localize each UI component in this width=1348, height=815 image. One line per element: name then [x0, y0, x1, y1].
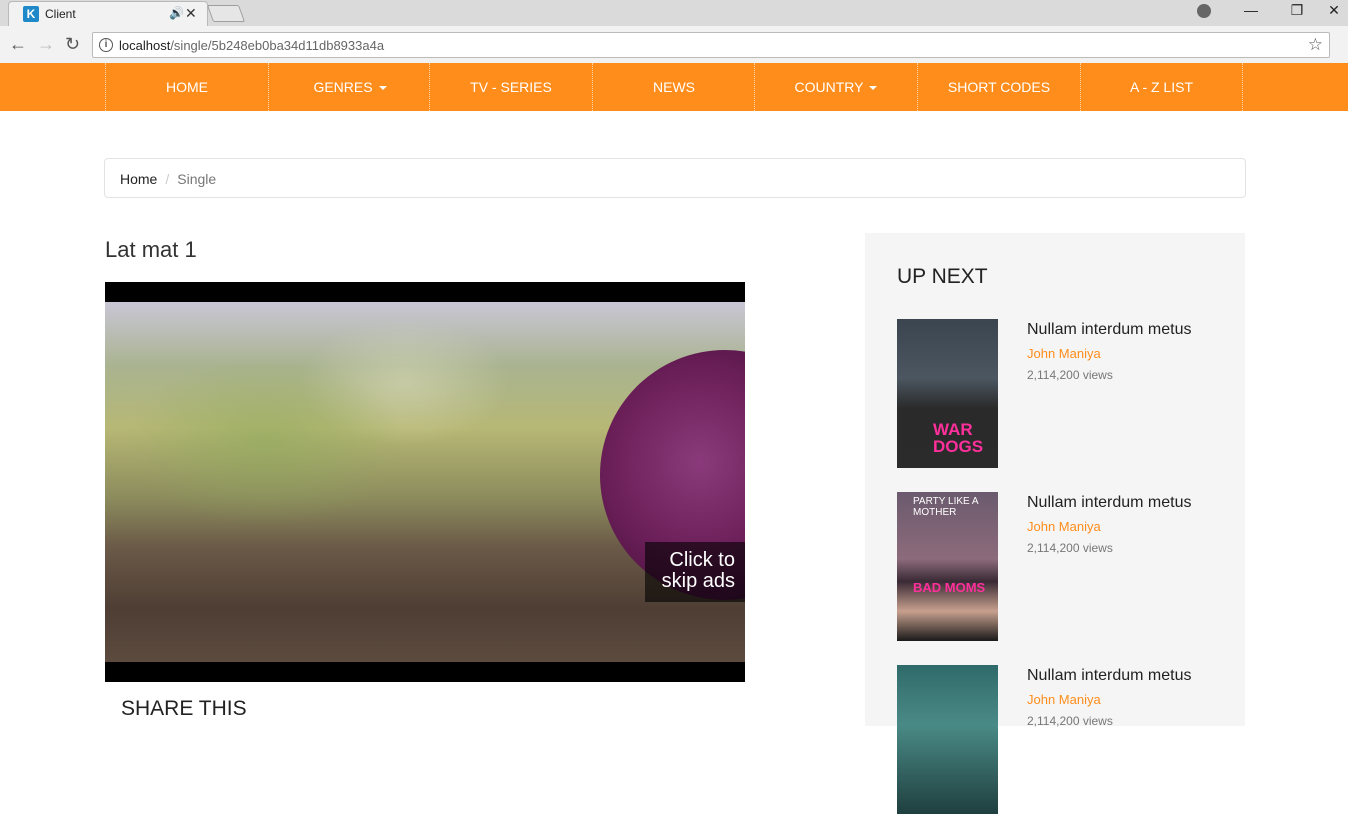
- video-title: Lat mat 1: [105, 237, 197, 262]
- poster-tagline: PARTY LIKE A MOTHER: [913, 496, 979, 518]
- site-nav: HOME GENRES TV - SERIES NEWS COUNTRY SHO…: [0, 63, 1348, 111]
- address-bar[interactable]: i localhost/single/5b248eb0ba34d11db8933…: [92, 32, 1330, 58]
- poster-title: BAD MOMS: [913, 580, 986, 595]
- nav-a-z-list[interactable]: A - Z LIST: [1080, 63, 1243, 111]
- up-next-title: UP NEXT: [897, 265, 988, 288]
- card-title[interactable]: Nullam interdum metus: [1027, 321, 1192, 339]
- video-thumbnail[interactable]: WAR DOGS: [897, 319, 998, 468]
- card-views: 2,114,200 views: [1027, 541, 1113, 555]
- browser-tab-bar: K Client 🔊 ✕ — ❐ ✕: [0, 0, 1348, 26]
- profile-icon[interactable]: [1197, 4, 1211, 18]
- card-title[interactable]: Nullam interdum metus: [1027, 494, 1192, 512]
- new-tab-button[interactable]: [206, 5, 246, 22]
- nav-home[interactable]: HOME: [105, 63, 268, 111]
- bookmark-star-icon[interactable]: ☆: [1308, 35, 1323, 55]
- restore-icon[interactable]: ❐: [1274, 2, 1320, 19]
- nav-short-codes[interactable]: SHORT CODES: [917, 63, 1080, 111]
- breadcrumb-separator: /: [165, 171, 170, 187]
- up-next-sidebar: UP NEXT WAR DOGS Nullam interdum metus J…: [865, 233, 1245, 814]
- nav-news[interactable]: NEWS: [592, 63, 755, 111]
- nav-genres[interactable]: GENRES: [268, 63, 431, 111]
- nav-tv-series[interactable]: TV - SERIES: [429, 63, 592, 111]
- breadcrumb-home[interactable]: Home: [120, 171, 157, 187]
- poster-title: WAR DOGS: [933, 420, 984, 456]
- card-views: 2,114,200 views: [1027, 368, 1113, 382]
- card-author[interactable]: John Maniya: [1027, 519, 1101, 534]
- reload-icon[interactable]: ↻: [65, 35, 80, 53]
- card-author[interactable]: John Maniya: [1027, 692, 1101, 707]
- up-next-card[interactable]: Nullam interdum metus John Maniya 2,114,…: [897, 665, 1237, 815]
- browser-tab[interactable]: K Client 🔊 ✕: [8, 1, 208, 26]
- favicon-icon: K: [23, 6, 39, 22]
- up-next-card[interactable]: WAR DOGS Nullam interdum metus John Mani…: [897, 319, 1237, 469]
- video-thumbnail[interactable]: PARTY LIKE A MOTHER BAD MOMS: [897, 492, 998, 641]
- skip-ads-button[interactable]: Click to skip ads: [645, 542, 745, 602]
- caret-down-icon: [378, 86, 387, 91]
- video-player[interactable]: Click to skip ads: [105, 282, 745, 682]
- card-author[interactable]: John Maniya: [1027, 346, 1101, 361]
- card-title[interactable]: Nullam interdum metus: [1027, 667, 1192, 685]
- minimize-icon[interactable]: —: [1228, 2, 1274, 18]
- info-icon[interactable]: i: [99, 38, 113, 52]
- skip-ads-line-2: skip ads: [661, 570, 735, 592]
- caret-down-icon: [869, 86, 878, 91]
- forward-icon[interactable]: →: [37, 35, 55, 53]
- tab-title: Client: [45, 7, 76, 21]
- close-window-icon[interactable]: ✕: [1320, 2, 1348, 19]
- share-title: SHARE THIS: [121, 697, 247, 720]
- back-icon[interactable]: ←: [9, 35, 27, 53]
- close-tab-icon[interactable]: ✕: [185, 5, 197, 22]
- nav-country[interactable]: COUNTRY: [754, 63, 917, 111]
- video-thumbnail[interactable]: [897, 665, 998, 814]
- breadcrumb-current: Single: [177, 171, 217, 187]
- breadcrumb: Home / Single: [104, 158, 1246, 198]
- speaker-icon[interactable]: 🔊: [169, 6, 184, 20]
- url-text: localhost/single/5b248eb0ba34d11db8933a4…: [119, 38, 385, 53]
- up-next-card[interactable]: PARTY LIKE A MOTHER BAD MOMS Nullam inte…: [897, 492, 1237, 642]
- skip-ads-line-1: Click to: [669, 549, 735, 571]
